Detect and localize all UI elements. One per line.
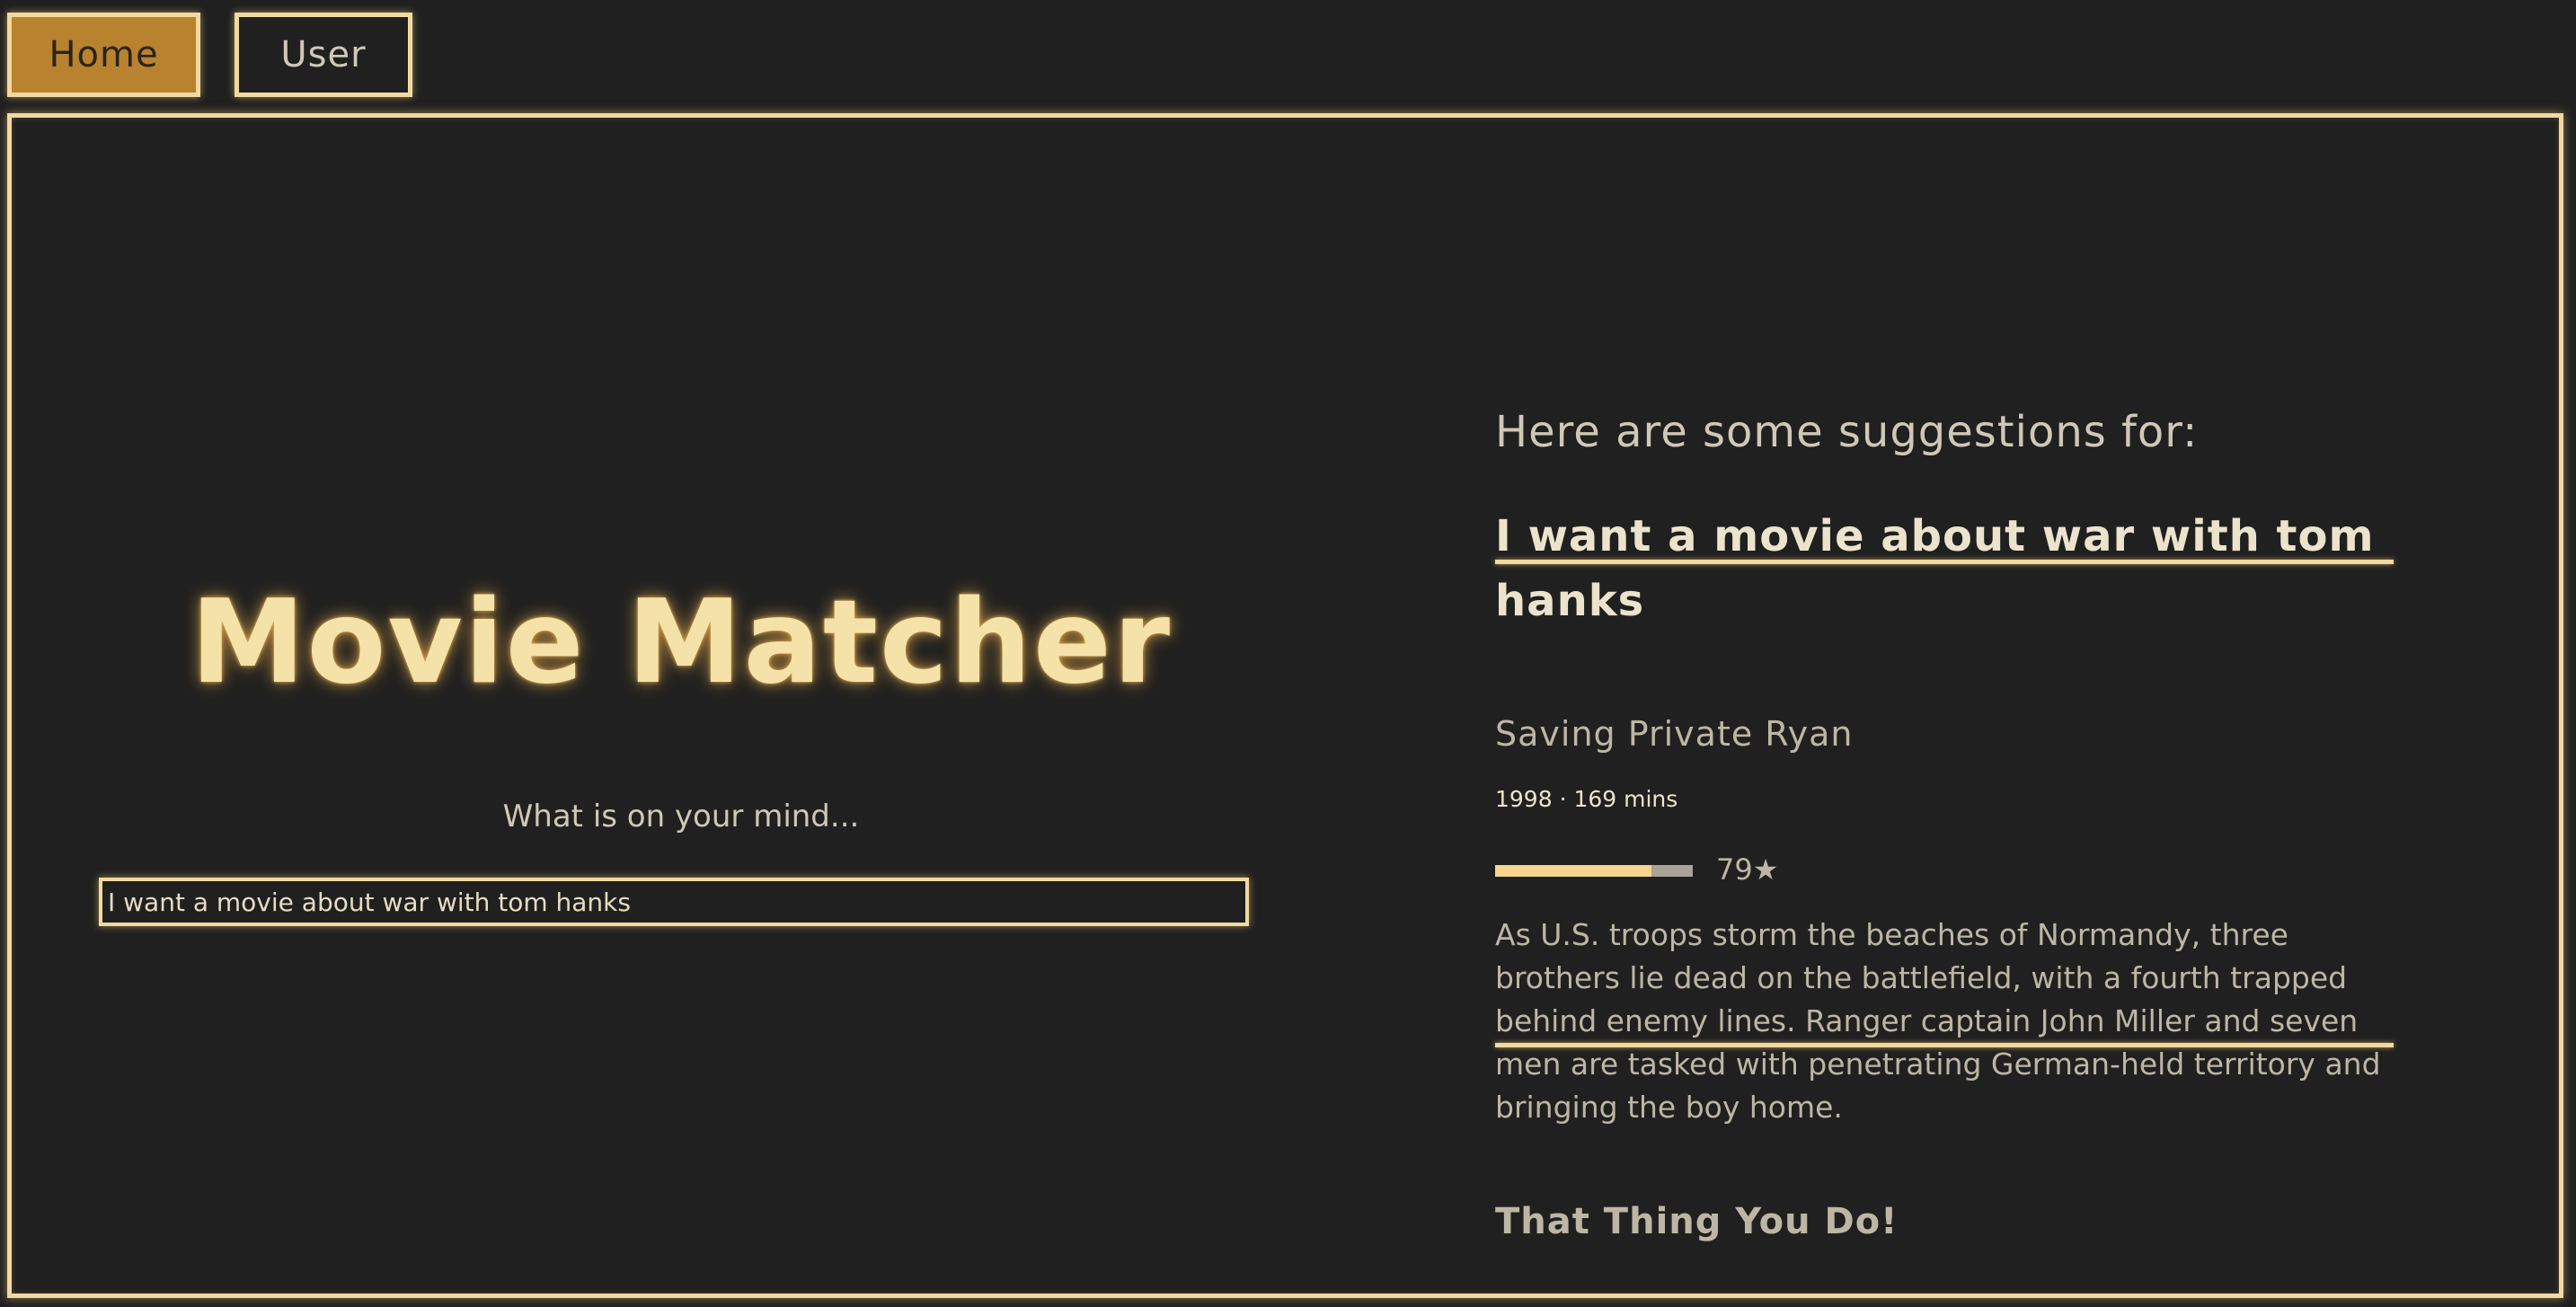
search-input[interactable] bbox=[99, 878, 1249, 926]
results-heading: Here are some suggestions for: bbox=[1495, 407, 2199, 457]
user-button-label: User bbox=[280, 34, 367, 75]
main-panel: Movie Matcher What is on your mind... He… bbox=[7, 113, 2563, 1298]
home-button[interactable]: Home bbox=[7, 13, 200, 97]
rating-value: 79★ bbox=[1716, 852, 1779, 887]
home-button-label: Home bbox=[49, 34, 159, 75]
rating-bar-fill bbox=[1495, 865, 1651, 877]
results-query: I want a movie about war with tom hanks bbox=[1495, 511, 2375, 626]
divider bbox=[1495, 560, 2394, 564]
divider bbox=[1495, 1043, 2394, 1047]
movie-title[interactable]: That Thing You Do! bbox=[1495, 1201, 1898, 1242]
movie-overview: As U.S. troops storm the beaches of Norm… bbox=[1495, 917, 2381, 1125]
rating-bar bbox=[1495, 865, 1693, 877]
user-button[interactable]: User bbox=[235, 13, 412, 97]
app-title: Movie Matcher bbox=[190, 576, 1172, 710]
top-nav: Home User bbox=[0, 0, 2576, 108]
movie-meta: 1998 · 169 mins bbox=[1495, 786, 1678, 812]
prompt-label: What is on your mind... bbox=[502, 799, 860, 835]
movie-title[interactable]: Saving Private Ryan bbox=[1495, 714, 1853, 754]
